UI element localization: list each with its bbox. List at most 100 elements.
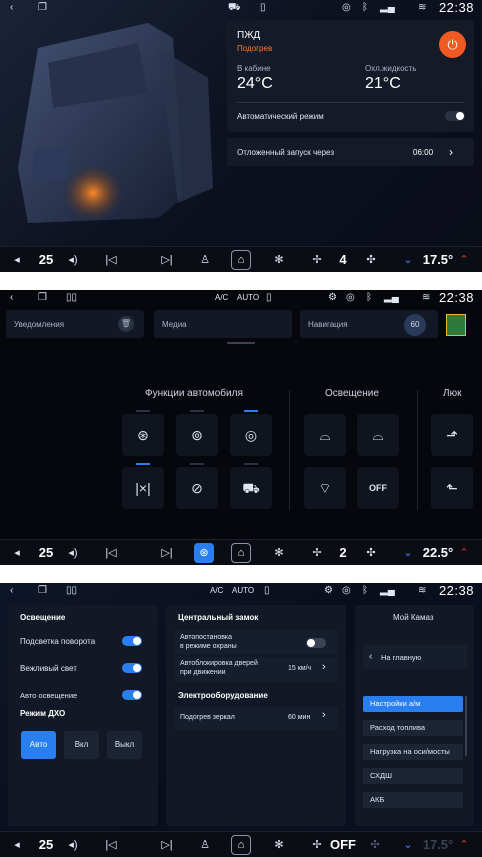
notifications-card[interactable]: Уведомления 🗑 [6, 310, 144, 338]
ac-label: A/C [210, 586, 224, 595]
map-icon[interactable] [446, 314, 466, 336]
delayed-start-value: 06:00 [413, 148, 434, 157]
navigation-card[interactable]: Навигация 60 [300, 310, 438, 338]
trash-icon[interactable]: 🗑 [118, 316, 134, 332]
drl-auto-button[interactable]: Авто [21, 731, 56, 759]
media-card[interactable]: Медиа [154, 310, 292, 338]
fan-value: 2 [339, 545, 347, 560]
heater-status: Подогрев [237, 44, 273, 53]
temp-up-icon[interactable]: ⌃ [458, 832, 470, 857]
chevron-right-icon: › [322, 709, 326, 721]
home-button[interactable]: ⌂ [231, 250, 251, 270]
fan-high-icon[interactable]: ✣ [364, 540, 378, 565]
drag-handle[interactable] [227, 342, 255, 344]
lights-title: Освещение [325, 388, 379, 399]
bottom-bar: ◂ 25 ◂) |◁ ▷| ⊛ ⌂ ✻ ✢ 2 ✣ ⌄ 22.5° ⌃ [0, 539, 482, 565]
back-icon[interactable]: ‹ [10, 2, 13, 14]
windows-icon[interactable]: ❐ [38, 292, 47, 304]
fan-low-icon[interactable]: ✢ [310, 832, 324, 857]
temp-down-icon[interactable]: ⌄ [402, 832, 414, 857]
home-button[interactable]: ⌂ [231, 543, 251, 563]
wifi-icon: ≋ [418, 585, 427, 596]
lights-off-button[interactable]: OFF [357, 467, 399, 509]
menu-item-fuel[interactable]: Расход топлива [363, 720, 463, 736]
cabin-light-button[interactable]: ⌓ [304, 414, 346, 456]
chevron-right-icon: › [449, 145, 453, 159]
windows-icon[interactable]: ❐ [38, 2, 47, 14]
ambient-light-button[interactable]: ⌔ [304, 467, 346, 509]
fan-high-icon[interactable]: ✣ [364, 247, 378, 272]
menu-item-vehicle-settings[interactable]: Настройки а/м [363, 696, 463, 712]
seat-icon[interactable]: ♙ [198, 247, 212, 272]
split-icon[interactable]: ▯▯ [66, 585, 77, 597]
back-icon[interactable]: ‹ [10, 292, 13, 304]
snowflake-icon[interactable]: ✻ [272, 540, 286, 565]
courtesy-light-toggle[interactable] [122, 663, 142, 673]
hatch-tilt-button[interactable]: ⬑ [431, 467, 473, 509]
steering-off-button[interactable]: ⊘ [176, 463, 218, 509]
fan-low-icon[interactable]: ✢ [310, 247, 324, 272]
temp-down-icon[interactable]: ⌄ [402, 540, 414, 565]
lights-panel-title: Освещение [20, 613, 66, 622]
mirrors-value: 60 мин [288, 714, 311, 721]
temp-down-icon[interactable]: ⌄ [402, 247, 414, 272]
courtesy-light-label: Вежливый свет [20, 664, 77, 673]
next-track-icon[interactable]: ▷| [160, 247, 174, 272]
functions-active-icon[interactable]: ⊛ [194, 543, 214, 563]
brake-system-button[interactable]: ◎ [230, 410, 272, 456]
turn-signal-label: Подсветка поворота [20, 637, 96, 646]
bluetooth-icon: ᛒ [362, 585, 368, 596]
snowflake-icon[interactable]: ✻ [272, 832, 286, 857]
prev-track-icon[interactable]: |◁ [104, 247, 118, 272]
snowflake-icon[interactable]: ✻ [272, 247, 286, 272]
back-icon[interactable]: ‹ [10, 585, 13, 597]
auto-mode-label: Автоматический режим [237, 112, 324, 121]
autostop-toggle[interactable] [306, 638, 326, 648]
auto-light-label: Авто освещение [20, 691, 78, 700]
volume-down-icon[interactable]: ◂ [10, 832, 24, 857]
ac-label: A/C [215, 293, 229, 302]
fan-high-icon[interactable]: ✣ [368, 832, 382, 857]
auto-mode-toggle[interactable] [445, 111, 465, 121]
power-button[interactable]: ⏻ [439, 31, 466, 58]
menu-item-tpms[interactable]: СХДШ [363, 768, 463, 784]
location-icon: ◎ [342, 585, 351, 596]
location-icon: ◎ [342, 2, 351, 13]
drl-off-button[interactable]: Выкл [107, 731, 142, 759]
menu-item-battery[interactable]: АКБ [363, 792, 463, 808]
trailer-button[interactable]: ⛟ [230, 463, 272, 509]
volume-up-icon[interactable]: ◂) [66, 832, 80, 857]
temp-up-icon[interactable]: ⌃ [458, 540, 470, 565]
hatch-open-button[interactable]: ⬏ [431, 414, 473, 456]
volume-down-icon[interactable]: ◂ [10, 247, 24, 272]
autolock-label: Автоблокировка дверей при движении [180, 660, 258, 676]
next-track-icon[interactable]: ▷| [160, 832, 174, 857]
split-icon[interactable]: ▯▯ [66, 292, 77, 304]
scrollbar[interactable] [465, 696, 467, 756]
axle-lock-button[interactable]: |×| [122, 463, 164, 509]
cabin-light-auto-button[interactable]: ⌓ [357, 414, 399, 456]
differential-lock-button[interactable]: ⊚ [176, 410, 218, 456]
volume-down-icon[interactable]: ◂ [10, 540, 24, 565]
delayed-start-row[interactable]: Отложенный запуск через 06:00 › [227, 138, 474, 166]
home-button[interactable]: ⌂ [231, 835, 251, 855]
seat-icon[interactable]: ♙ [198, 832, 212, 857]
next-track-icon[interactable]: ▷| [160, 540, 174, 565]
drl-on-button[interactable]: Вкл [64, 731, 99, 759]
turn-signal-toggle[interactable] [122, 636, 142, 646]
menu-item-axle-load[interactable]: Нагрузка на оси/мосты [363, 744, 463, 760]
windows-icon[interactable]: ❐ [38, 585, 47, 597]
temp-up-icon[interactable]: ⌃ [458, 247, 470, 272]
back-home-label: На главную [381, 653, 422, 662]
navigation-label: Навигация [308, 320, 348, 329]
fan-low-icon[interactable]: ✢ [310, 540, 324, 565]
volume-up-icon[interactable]: ◂) [66, 540, 80, 565]
auto-light-toggle[interactable] [122, 690, 142, 700]
widget-strip: Уведомления 🗑 Медиа Навигация 60 [0, 310, 482, 338]
prev-track-icon[interactable]: |◁ [104, 832, 118, 857]
temp-value: 17.5° [422, 837, 454, 852]
engine-brake-button[interactable]: ⊛ [122, 410, 164, 456]
status-bar: ‹ ❐ ▯▯ A/C AUTO ▯ ⚙ ◎ ᛒ ▂▄ ≋ 22:38 [0, 583, 482, 599]
volume-up-icon[interactable]: ◂) [66, 247, 80, 272]
prev-track-icon[interactable]: |◁ [104, 540, 118, 565]
